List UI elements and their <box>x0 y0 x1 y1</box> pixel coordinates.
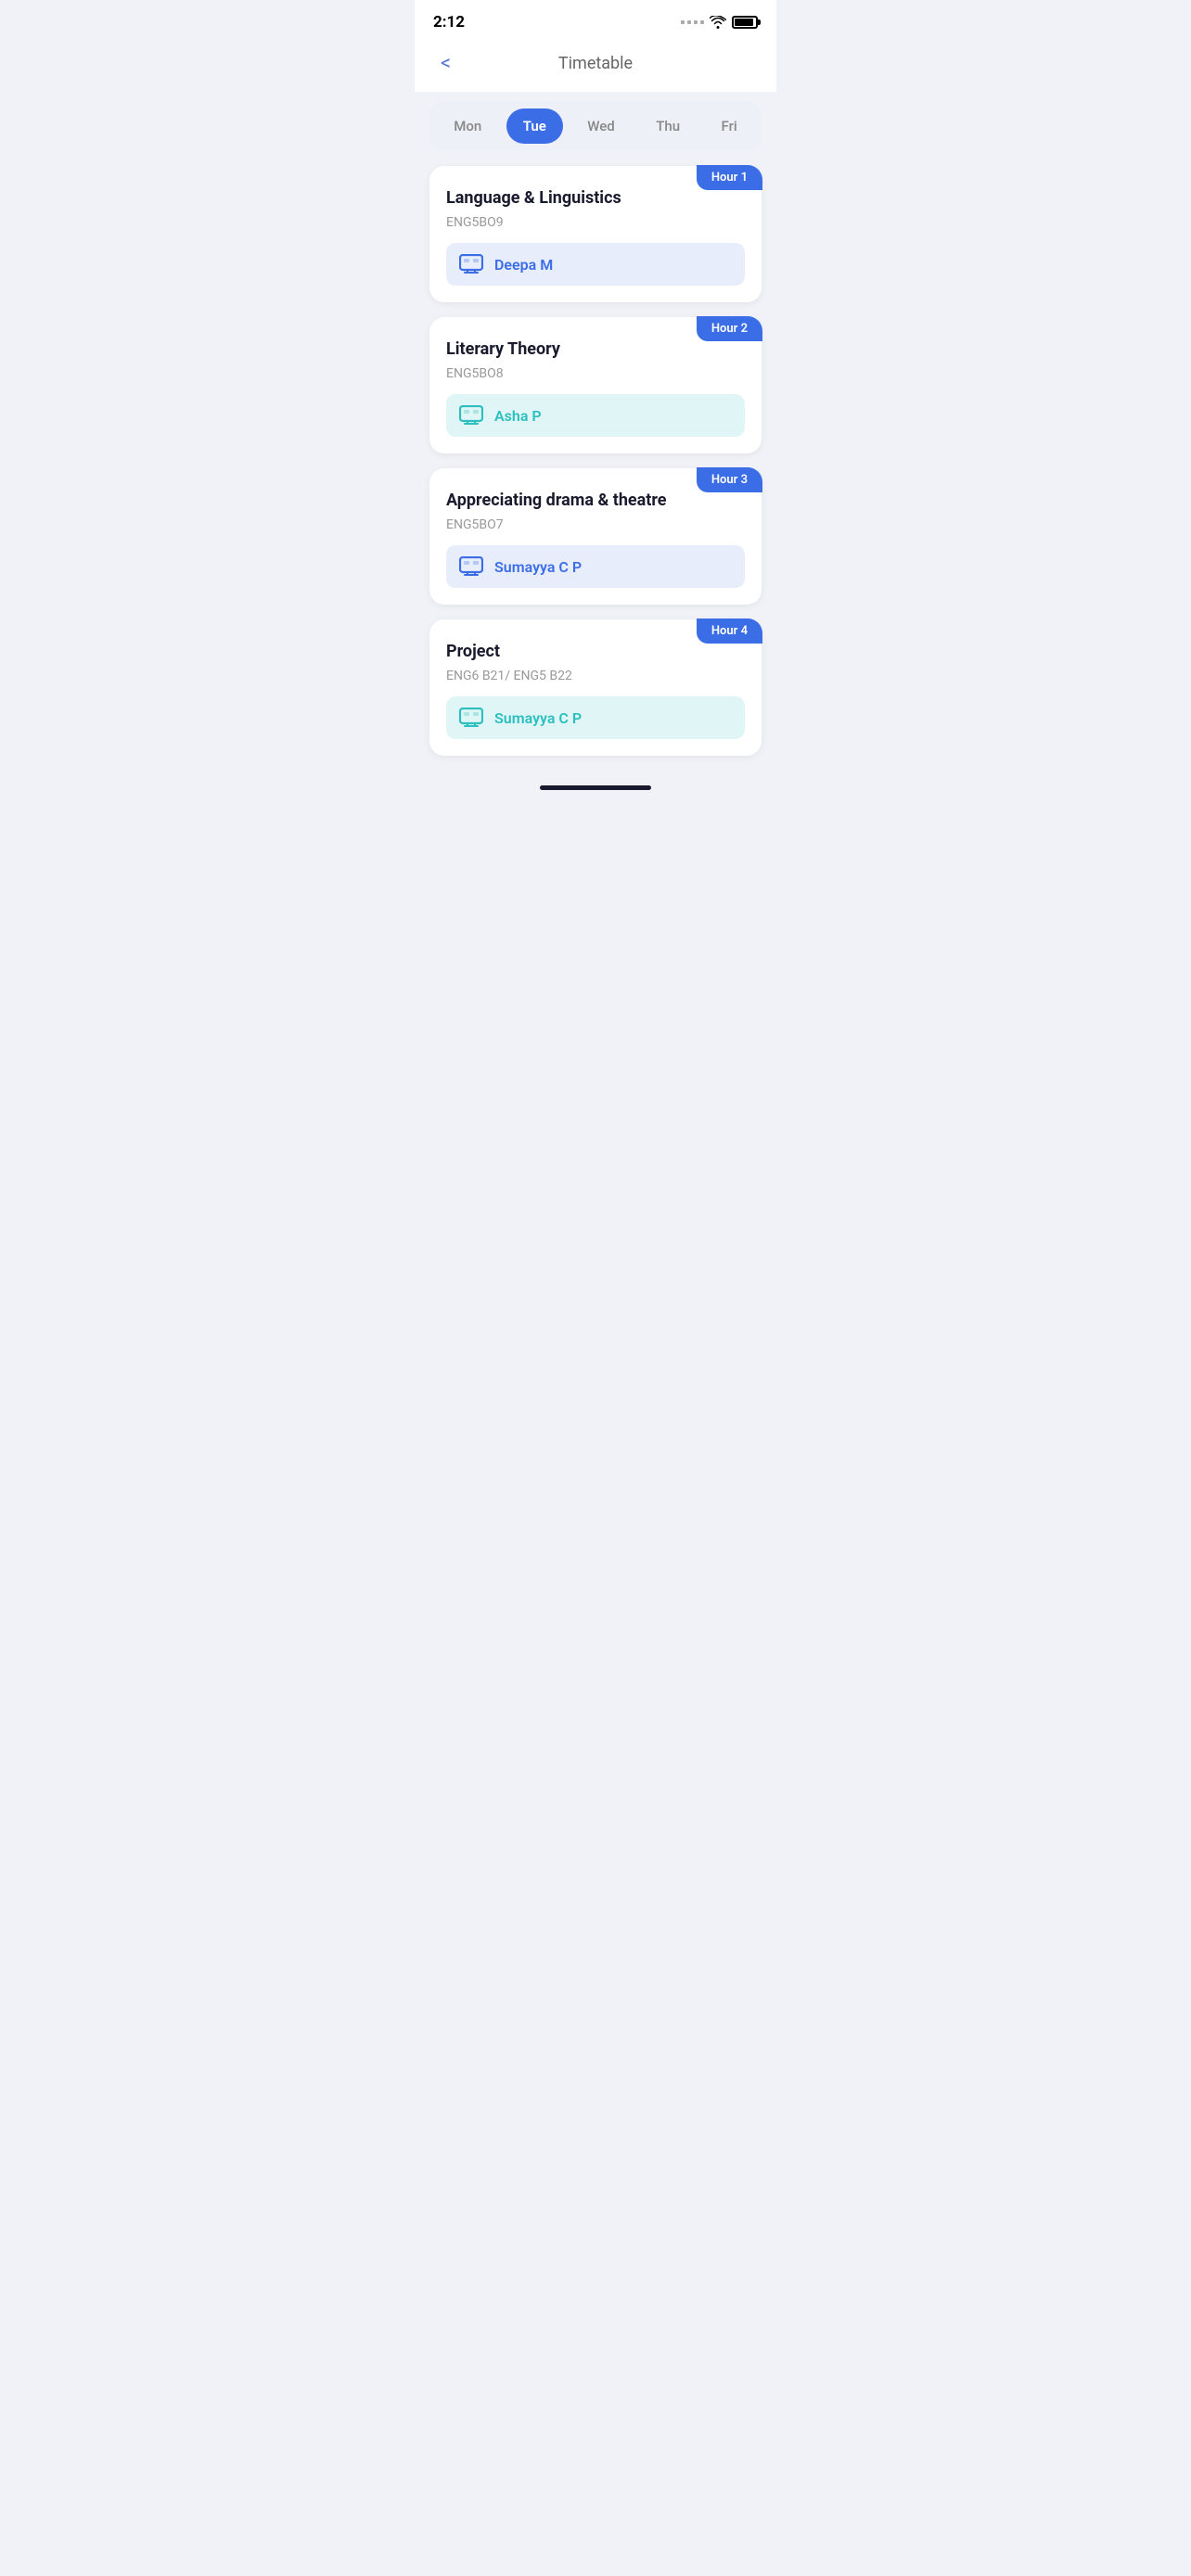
class-card-3: Hour 3 Appreciating drama & theatre ENG5… <box>429 468 762 605</box>
class-code-4: ENG6 B21/ ENG5 B22 <box>446 669 745 683</box>
monitor-icon-1 <box>459 254 483 274</box>
class-name-1: Language & Linguistics <box>446 188 745 208</box>
class-name-4: Project <box>446 642 745 661</box>
hour-badge-2: Hour 2 <box>697 316 762 341</box>
teacher-name-2: Asha P <box>494 407 542 425</box>
teacher-name-1: Deepa M <box>494 256 553 274</box>
home-indicator <box>415 771 776 797</box>
class-card-4: Hour 4 Project ENG6 B21/ ENG5 B22 Sumayy… <box>429 619 762 756</box>
tab-tue[interactable]: Tue <box>506 108 563 144</box>
status-icons <box>681 16 758 29</box>
teacher-row-3[interactable]: Sumayya C P <box>446 545 745 588</box>
class-card-1: Hour 1 Language & Linguistics ENG5BO9 De… <box>429 166 762 302</box>
status-time: 2:12 <box>433 13 465 32</box>
battery-icon <box>732 16 758 29</box>
hour-badge-1: Hour 1 <box>697 165 762 190</box>
wifi-icon <box>710 16 726 29</box>
monitor-icon-2 <box>459 405 483 426</box>
class-code-1: ENG5BO9 <box>446 215 745 230</box>
tab-fri[interactable]: Fri <box>705 108 754 144</box>
teacher-row-4[interactable]: Sumayya C P <box>446 696 745 739</box>
teacher-row-2[interactable]: Asha P <box>446 394 745 437</box>
back-button[interactable]: < <box>433 48 458 79</box>
monitor-icon-4 <box>459 708 483 728</box>
class-code-3: ENG5BO7 <box>446 517 745 532</box>
page-title: Timetable <box>558 54 633 73</box>
hour-badge-3: Hour 3 <box>697 467 762 492</box>
day-tabs-container: Mon Tue Wed Thu Fri <box>429 101 762 151</box>
status-bar: 2:12 <box>415 0 776 39</box>
teacher-row-1[interactable]: Deepa M <box>446 243 745 286</box>
tab-thu[interactable]: Thu <box>639 108 697 144</box>
classes-list: Hour 1 Language & Linguistics ENG5BO9 De… <box>415 151 776 771</box>
tab-wed[interactable]: Wed <box>570 108 631 144</box>
class-name-2: Literary Theory <box>446 339 745 359</box>
class-name-3: Appreciating drama & theatre <box>446 491 745 510</box>
teacher-name-4: Sumayya C P <box>494 709 582 727</box>
class-code-2: ENG5BO8 <box>446 366 745 381</box>
teacher-name-3: Sumayya C P <box>494 558 582 576</box>
class-card-2: Hour 2 Literary Theory ENG5BO8 Asha P <box>429 317 762 453</box>
home-bar <box>540 785 651 790</box>
tab-mon[interactable]: Mon <box>437 108 498 144</box>
monitor-icon-3 <box>459 556 483 577</box>
hour-badge-4: Hour 4 <box>697 618 762 644</box>
signal-icon <box>681 20 704 24</box>
header: < Timetable <box>415 39 776 92</box>
